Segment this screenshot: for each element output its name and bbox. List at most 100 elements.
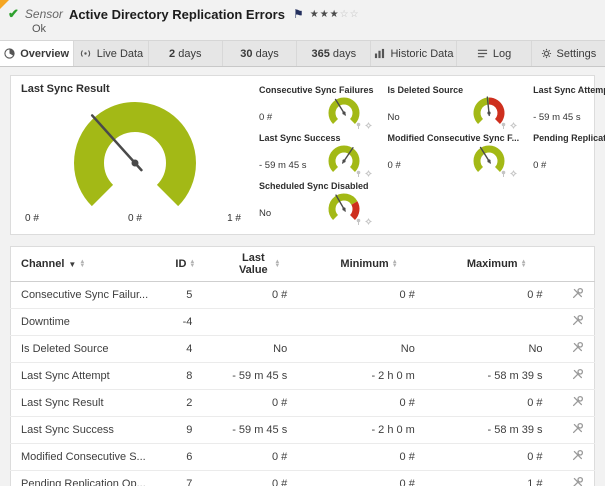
priority-stars[interactable]: ★★★☆☆: [310, 9, 360, 20]
id-cell: 4: [160, 335, 211, 363]
id-cell: 2: [160, 389, 211, 417]
channel-settings-wrench-icon[interactable]: [571, 476, 584, 486]
col-header-label: Last Value: [238, 252, 268, 276]
small-gauge-scheduled-sync-disabled[interactable]: Scheduled Sync Disabled No: [259, 179, 374, 227]
small-gauge-grid: Consecutive Sync Failures 0 # Is Deleted S…: [249, 83, 605, 227]
small-gauge-consecutive-sync-failures[interactable]: Consecutive Sync Failures 0 #: [259, 83, 374, 131]
maximum-cell: 0 #: [432, 389, 561, 417]
small-gauge-last-sync-attempt[interactable]: Last Sync Attempt - 59 m 45 s: [533, 83, 605, 131]
channel-settings-wrench-icon[interactable]: [571, 368, 584, 381]
last-value-cell: 0 #: [210, 281, 306, 309]
last-value-cell: 0 #: [210, 389, 306, 417]
tab-log[interactable]: Log: [457, 41, 532, 66]
gear-icon[interactable]: [365, 218, 372, 225]
pin-icon[interactable]: [500, 170, 507, 177]
channel-settings-wrench-icon[interactable]: [571, 422, 584, 435]
small-gauge-actions: [355, 122, 372, 129]
tab-label: Log: [492, 47, 512, 60]
channel-settings-wrench-icon[interactable]: [571, 449, 584, 462]
table-row-pending-replication-op[interactable]: Pending Replication Op... 7 0 #0 #1 #: [10, 470, 595, 486]
tab-settings[interactable]: Settings: [532, 41, 605, 66]
filter-caret-icon: ▼: [68, 259, 77, 269]
channel-cell: Modified Consecutive S...: [10, 443, 161, 471]
gear-icon[interactable]: [365, 122, 372, 129]
small-gauge-title: Pending Replication Operatio...: [533, 133, 605, 143]
main-gauge-min-label: 0 #: [25, 213, 39, 224]
small-gauge-last-sync-success[interactable]: Last Sync Success - 59 m 45 s: [259, 131, 374, 179]
main-gauge: [21, 95, 249, 217]
row-actions-cell: [560, 416, 595, 444]
pin-icon[interactable]: [355, 170, 362, 177]
priority-flag-icon[interactable]: ⚑: [293, 7, 304, 21]
channel-settings-wrench-icon[interactable]: [571, 314, 584, 327]
main-gauge-title: Last Sync Result: [21, 83, 110, 95]
tab-30-days[interactable]: 30 days: [223, 41, 298, 66]
maximum-cell: - 58 m 39 s: [432, 416, 561, 444]
table-row-last-sync-result[interactable]: Last Sync Result 2 0 #0 #0 #: [10, 389, 595, 417]
gear-icon[interactable]: [510, 122, 517, 129]
row-actions-cell: [560, 470, 595, 486]
table-row-is-deleted-source[interactable]: Is Deleted Source 4 No No No: [10, 335, 595, 363]
tab-2-days[interactable]: 2 days: [149, 41, 223, 66]
tab-label: Historic Data: [390, 47, 454, 60]
tab-365-days[interactable]: 365 days: [297, 41, 372, 66]
channel-settings-wrench-icon[interactable]: [571, 287, 584, 300]
sort-arrows-icon: ▲ ▼: [79, 259, 86, 270]
row-actions-cell: [560, 308, 595, 336]
id-cell: 7: [160, 470, 211, 486]
channel-cell: Is Deleted Source: [10, 335, 161, 363]
col-header-maximum[interactable]: Maximum ▲ ▼: [432, 246, 561, 282]
row-actions-cell: [560, 362, 595, 390]
tab-historic-data[interactable]: Historic Data: [371, 41, 458, 66]
sensor-title: Active Directory Replication Errors: [68, 6, 285, 22]
col-header-id[interactable]: ID ▲ ▼: [160, 246, 211, 282]
sensor-header: ✔ Sensor Active Directory Replication Er…: [0, 0, 605, 40]
gear-icon[interactable]: [510, 170, 517, 177]
last-value-cell: 0 #: [210, 470, 306, 486]
table-row-last-sync-success[interactable]: Last Sync Success 9- 59 m 45 s- 2 h 0 m- …: [10, 416, 595, 444]
last-value-cell: - 59 m 45 s: [210, 362, 306, 390]
col-header-label: Maximum: [466, 258, 518, 270]
col-header-minimum[interactable]: Minimum ▲ ▼: [305, 246, 433, 282]
small-gauge-modified-consecutive-sync-f[interactable]: Modified Consecutive Sync F... 0 #: [387, 131, 520, 179]
tab-overview[interactable]: Overview: [0, 41, 75, 66]
small-gauge-is-deleted-source[interactable]: Is Deleted Source No: [388, 83, 520, 131]
channel-cell: Downtime: [10, 308, 161, 336]
minimum-cell: - 2 h 0 m: [305, 362, 433, 390]
row-actions-cell: [560, 389, 595, 417]
small-gauge-actions: [500, 170, 517, 177]
id-cell: 8: [160, 362, 211, 390]
small-gauge-pending-replication-operatio[interactable]: Pending Replication Operatio... 0 #: [533, 131, 605, 179]
col-header-last-value[interactable]: Last Value ▲ ▼: [210, 246, 306, 282]
sort-arrows-icon: ▲ ▼: [189, 259, 196, 270]
tab-label: 2 days: [169, 47, 202, 60]
table-row-downtime[interactable]: Downtime -4: [10, 308, 595, 336]
small-gauge-title: Scheduled Sync Disabled: [259, 181, 369, 191]
small-gauge-title: Consecutive Sync Failures: [259, 85, 374, 95]
table-header-row: Channel ▼ ▲ ▼ ID ▲ ▼ Last Value ▲ ▼ Minimum ▲ ▼ Maxim…: [10, 246, 595, 282]
pin-icon[interactable]: [355, 218, 362, 225]
small-gauge-title: Modified Consecutive Sync F...: [387, 133, 520, 143]
small-gauge-actions: [355, 218, 372, 225]
minimum-cell: [305, 308, 433, 336]
channel-settings-wrench-icon[interactable]: [571, 395, 584, 408]
channel-settings-wrench-icon[interactable]: [571, 341, 584, 354]
gauges-panel: Last Sync Result 0 # 0 # 1 # Consecutive…: [10, 75, 605, 235]
row-actions-cell: [560, 443, 595, 471]
col-header-channel[interactable]: Channel ▼ ▲ ▼: [10, 246, 161, 282]
col-header-label: ID: [175, 258, 187, 270]
tab-label: Live Data: [96, 47, 144, 60]
pin-icon[interactable]: [500, 122, 507, 129]
main-gauge-value-label: 0 #: [128, 213, 142, 224]
channel-table-body: Consecutive Sync Failur... 5 0 #0 #0 # Down…: [10, 281, 595, 486]
id-cell: -4: [160, 308, 211, 336]
small-gauge-title: Is Deleted Source: [387, 85, 464, 95]
table-row-consecutive-sync-failur[interactable]: Consecutive Sync Failur... 5 0 #0 #0 #: [10, 281, 595, 309]
gear-icon[interactable]: [365, 170, 372, 177]
tab-live-data[interactable]: Live Data: [74, 41, 149, 66]
sort-arrows-icon: ▲ ▼: [520, 259, 527, 270]
table-row-last-sync-attempt[interactable]: Last Sync Attempt 8- 59 m 45 s- 2 h 0 m- …: [10, 362, 595, 390]
pin-icon[interactable]: [355, 122, 362, 129]
channel-table-wrap: Channel ▼ ▲ ▼ ID ▲ ▼ Last Value ▲ ▼ Minimum ▲ ▼ Maxim…: [10, 246, 595, 486]
table-row-modified-consecutive-s[interactable]: Modified Consecutive S... 6 0 #0 #0 #: [10, 443, 595, 471]
